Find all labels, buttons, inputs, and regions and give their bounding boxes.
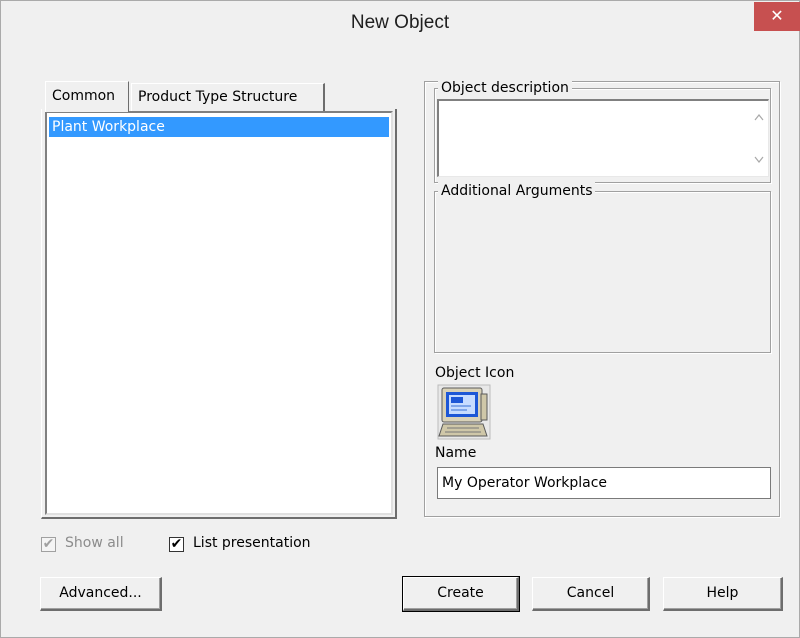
list-presentation-checkbox[interactable]: ✔: [169, 537, 184, 552]
new-object-dialog: New Object ✕ Common Product Type Structu…: [0, 0, 800, 638]
show-all-checkbox[interactable]: ✔: [41, 537, 56, 552]
list-presentation-label: List presentation: [193, 535, 311, 551]
scroll-down-icon[interactable]: [754, 156, 764, 166]
scroll-up-icon[interactable]: [754, 113, 764, 123]
close-icon: ✕: [770, 6, 784, 25]
list-presentation-option[interactable]: ✔ List presentation: [169, 535, 339, 555]
name-label: Name: [435, 445, 477, 461]
show-all-option[interactable]: ✔ Show all: [41, 535, 141, 555]
cancel-button[interactable]: Cancel: [532, 577, 650, 611]
name-input[interactable]: My Operator Workplace: [437, 467, 771, 499]
object-type-list[interactable]: Plant Workplace: [45, 111, 393, 515]
object-description-label: Object description: [438, 79, 572, 97]
create-button[interactable]: Create: [402, 576, 520, 612]
object-description-textarea[interactable]: [437, 99, 769, 177]
object-icon-label: Object Icon: [435, 365, 515, 381]
close-button[interactable]: ✕: [754, 2, 800, 31]
additional-arguments-label: Additional Arguments: [438, 182, 596, 200]
dialog-title: New Object: [350, 12, 450, 33]
tab-product-type-structure[interactable]: Product Type Structure: [131, 83, 325, 111]
title-bar[interactable]: New Object ✕: [1, 1, 800, 45]
computer-workstation-icon[interactable]: [437, 384, 491, 440]
description-scrollbar[interactable]: [750, 101, 768, 176]
list-item-plant-workplace[interactable]: Plant Workplace: [49, 117, 389, 137]
additional-arguments-group: Additional Arguments: [434, 182, 771, 353]
advanced-button[interactable]: Advanced...: [40, 577, 162, 611]
help-button[interactable]: Help: [663, 577, 783, 611]
show-all-label: Show all: [65, 535, 124, 551]
tab-common[interactable]: Common: [45, 81, 129, 112]
